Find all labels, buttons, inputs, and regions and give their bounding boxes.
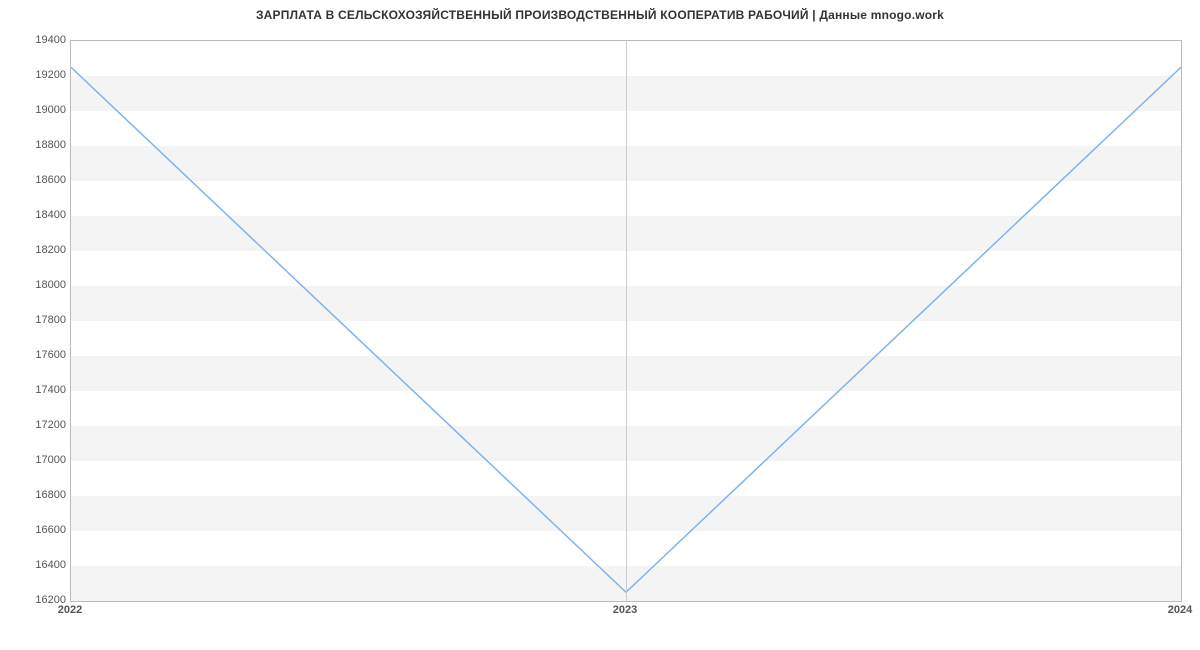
y-tick-label: 18800 [35,139,66,151]
chart-title: ЗАРПЛАТА В СЕЛЬСКОХОЗЯЙСТВЕННЫЙ ПРОИЗВОД… [0,8,1200,22]
y-tick-label: 17400 [35,384,66,396]
y-tick-label: 18200 [35,244,66,256]
x-tick-label: 2022 [58,604,82,616]
y-tick-label: 18600 [35,174,66,186]
y-tick-label: 16400 [35,559,66,571]
chart-container: ЗАРПЛАТА В СЕЛЬСКОХОЗЯЙСТВЕННЫЙ ПРОИЗВОД… [0,0,1200,650]
y-tick-label: 16600 [35,524,66,536]
y-tick-label: 19400 [35,34,66,46]
y-tick-label: 18400 [35,209,66,221]
y-tick-label: 19000 [35,104,66,116]
y-tick-label: 17600 [35,349,66,361]
x-tick-label: 2023 [613,604,637,616]
x-gridline [626,41,627,601]
y-tick-label: 18000 [35,279,66,291]
plot-area[interactable] [70,40,1182,602]
y-tick-label: 17800 [35,314,66,326]
y-tick-label: 16800 [35,489,66,501]
y-tick-label: 19200 [35,69,66,81]
y-tick-label: 17000 [35,454,66,466]
x-tick-label: 2024 [1168,604,1192,616]
y-tick-label: 17200 [35,419,66,431]
